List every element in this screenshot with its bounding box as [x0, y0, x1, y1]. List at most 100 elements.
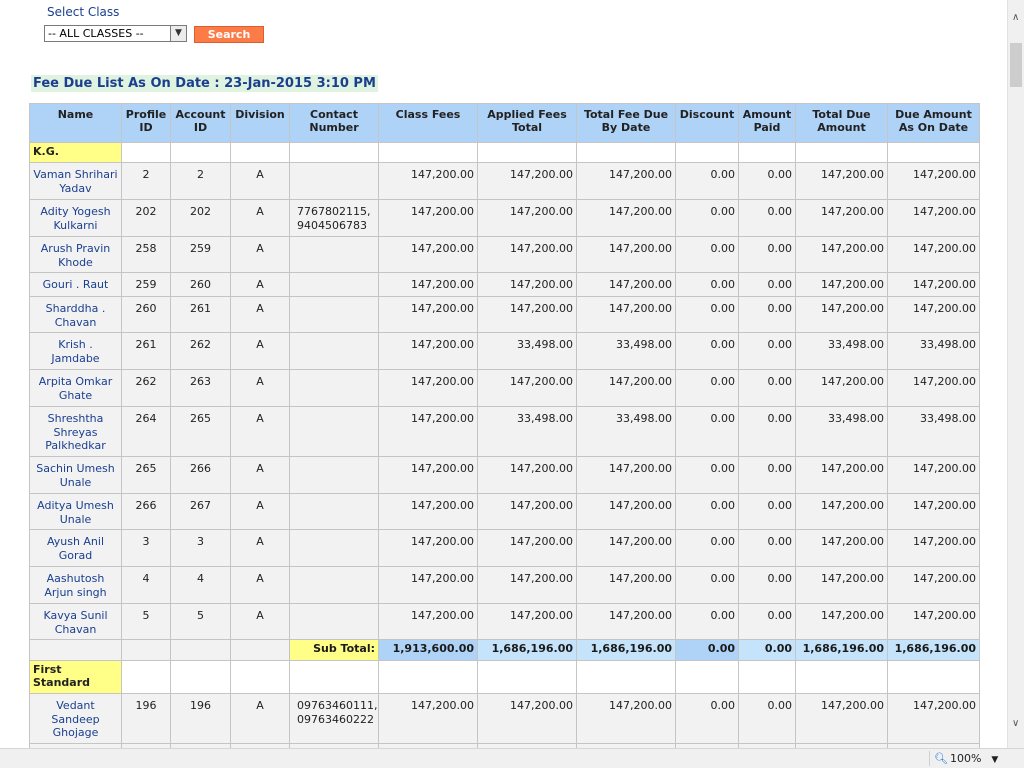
cell-division: A: [230, 199, 290, 237]
cell-account-id: 262: [170, 332, 231, 370]
cell-account-id: 196: [170, 693, 231, 744]
cell-amount-paid: 0.00: [738, 693, 796, 744]
subtotal-value: 1,913,600.00: [378, 639, 478, 661]
cell-name[interactable]: Aditya Umesh Unale: [29, 493, 122, 530]
cell-applied-fees: 147,200.00: [477, 199, 577, 237]
cell-account-id: 260: [170, 272, 231, 297]
cell-profile-id: 264: [121, 406, 171, 457]
cell-class-fees: 147,200.00: [378, 296, 478, 333]
cell-amount-paid: 0.00: [738, 493, 796, 530]
cell-name[interactable]: Kavya Sunil Chavan: [29, 603, 122, 640]
cell-due-as-on-date: 147,200.00: [887, 296, 980, 333]
cell-total-fee-due: 147,200.00: [576, 296, 676, 333]
cell-account-id: 5: [170, 603, 231, 640]
class-select[interactable]: -- ALL CLASSES -- ▼: [44, 25, 187, 42]
scroll-down-icon[interactable]: ∨: [1012, 718, 1019, 729]
group-empty-cell: [887, 142, 980, 163]
zoom-control[interactable]: 🔍︎ 100% ▼: [929, 751, 1010, 766]
report-heading: Fee Due List As On Date : 23-Jan-2015 3:…: [31, 75, 378, 92]
cell-discount: 0.00: [675, 369, 739, 407]
subtotal-label: Sub Total:: [289, 639, 379, 661]
cell-profile-id: 4: [121, 566, 171, 604]
group-empty-cell: [576, 142, 676, 163]
cell-class-fees: 147,200.00: [378, 493, 478, 530]
cell-profile-id: 262: [121, 369, 171, 407]
fee-due-table: Name Profile ID Account ID Division Cont…: [29, 103, 980, 748]
cell-amount-paid: 0.00: [738, 603, 796, 640]
table-row: Ayush Anil Gorad 3 3 A 147,200.00 147,200.00 1…: [29, 529, 980, 567]
table-body: K.G. Vaman Shrihari Yadav 2 2 A 147,200.00 147…: [29, 142, 980, 748]
cell-total-fee-due: 147,200.00: [576, 162, 676, 200]
cell-name[interactable]: Vaman Shrihari Yadav: [29, 162, 122, 200]
search-button[interactable]: Search: [194, 26, 264, 43]
cell-class-fees: 147,200.00: [378, 236, 478, 273]
dropdown-arrow-icon[interactable]: ▼: [170, 26, 186, 41]
group-header-row: K.G.: [29, 142, 980, 163]
group-empty-cell: [738, 660, 796, 694]
cell-name[interactable]: Ayush Anil Gorad: [29, 529, 122, 567]
cell-name[interactable]: Krish . Jamdabe: [29, 332, 122, 370]
cell-account-id: 261: [170, 296, 231, 333]
table-row: Adity Yogesh Kulkarni 202 202 A 7767802115, …: [29, 199, 980, 237]
table-row: Aditya Umesh Unale 266 267 A 147,200.00 147,2…: [29, 493, 980, 530]
cell-discount: 0.00: [675, 332, 739, 370]
group-empty-cell: [230, 142, 290, 163]
subtotal-value: 0.00: [675, 639, 739, 661]
cell-account-id: 202: [170, 199, 231, 237]
col-header-profile-id: Profile ID: [121, 103, 171, 143]
cell-name[interactable]: Gouri . Raut: [29, 272, 122, 297]
scrollbar-thumb[interactable]: [1010, 43, 1022, 87]
cell-division: A: [230, 529, 290, 567]
cell-contact: [289, 332, 379, 370]
cell-amount-paid: 0.00: [738, 529, 796, 567]
cell-applied-fees: 147,200.00: [477, 272, 577, 297]
cell-name[interactable]: Aashutosh Arjun singh: [29, 566, 122, 604]
cell-due-as-on-date: 147,200.00: [887, 529, 980, 567]
subtotal-empty-cell: [29, 639, 122, 661]
cell-due-as-on-date: 147,200.00: [887, 603, 980, 640]
cell-division: A: [230, 693, 290, 744]
cell-name[interactable]: Sharddha . Chavan: [29, 296, 122, 333]
cell-profile-id: 202: [121, 199, 171, 237]
cell-division: A: [230, 162, 290, 200]
cell-discount: 0.00: [675, 493, 739, 530]
cell-name[interactable]: Vedant Sandeep Ghojage: [29, 693, 122, 744]
cell-applied-fees: 147,200.00: [477, 529, 577, 567]
cell-name[interactable]: Arpita Omkar Ghate: [29, 369, 122, 407]
scroll-up-icon[interactable]: ∧: [1012, 12, 1019, 23]
table-row: Vedant Sandeep Ghojage 196 196 A 09763460111…: [29, 693, 980, 744]
cell-division: A: [230, 332, 290, 370]
group-empty-cell: [738, 142, 796, 163]
group-empty-cell: [675, 142, 739, 163]
cell-name[interactable]: Adity Yogesh Kulkarni: [29, 199, 122, 237]
cell-name[interactable]: Arush Pravin Khode: [29, 236, 122, 273]
cell-discount: 0.00: [675, 236, 739, 273]
subtotal-value: 1,686,196.00: [795, 639, 888, 661]
group-header-row: First Standard: [29, 660, 980, 694]
cell-due-as-on-date: 147,200.00: [887, 456, 980, 494]
cell-discount: 0.00: [675, 529, 739, 567]
cell-due-as-on-date: 147,200.00: [887, 199, 980, 237]
cell-account-id: 4: [170, 566, 231, 604]
cell-profile-id: 5: [121, 603, 171, 640]
cell-total-fee-due: 147,200.00: [576, 493, 676, 530]
vertical-scrollbar[interactable]: ∧ ∨: [1007, 0, 1024, 748]
table-row: Aashutosh Arjun singh 4 4 A 147,200.00 147,20…: [29, 566, 980, 604]
select-class-label: Select Class: [47, 5, 120, 19]
cell-due-as-on-date: 147,200.00: [887, 566, 980, 604]
cell-total-fee-due: 147,200.00: [576, 456, 676, 494]
col-header-total-due: Total Due Amount: [795, 103, 888, 143]
cell-applied-fees: 33,498.00: [477, 406, 577, 457]
cell-name[interactable]: Sachin Umesh Unale: [29, 456, 122, 494]
cell-applied-fees: 147,200.00: [477, 456, 577, 494]
cell-total-due: 147,200.00: [795, 693, 888, 744]
cell-total-due: 33,498.00: [795, 332, 888, 370]
cell-discount: 0.00: [675, 162, 739, 200]
table-row: Sachin Umesh Unale 265 266 A 147,200.00 147,2…: [29, 456, 980, 494]
cell-class-fees: 147,200.00: [378, 199, 478, 237]
cell-name[interactable]: Shreshtha Shreyas Palkhedkar: [29, 406, 122, 457]
zoom-dropdown-icon[interactable]: ▼: [991, 755, 998, 765]
cell-account-id: 267: [170, 493, 231, 530]
cell-amount-paid: 0.00: [738, 456, 796, 494]
col-header-contact: Contact Number: [289, 103, 379, 143]
